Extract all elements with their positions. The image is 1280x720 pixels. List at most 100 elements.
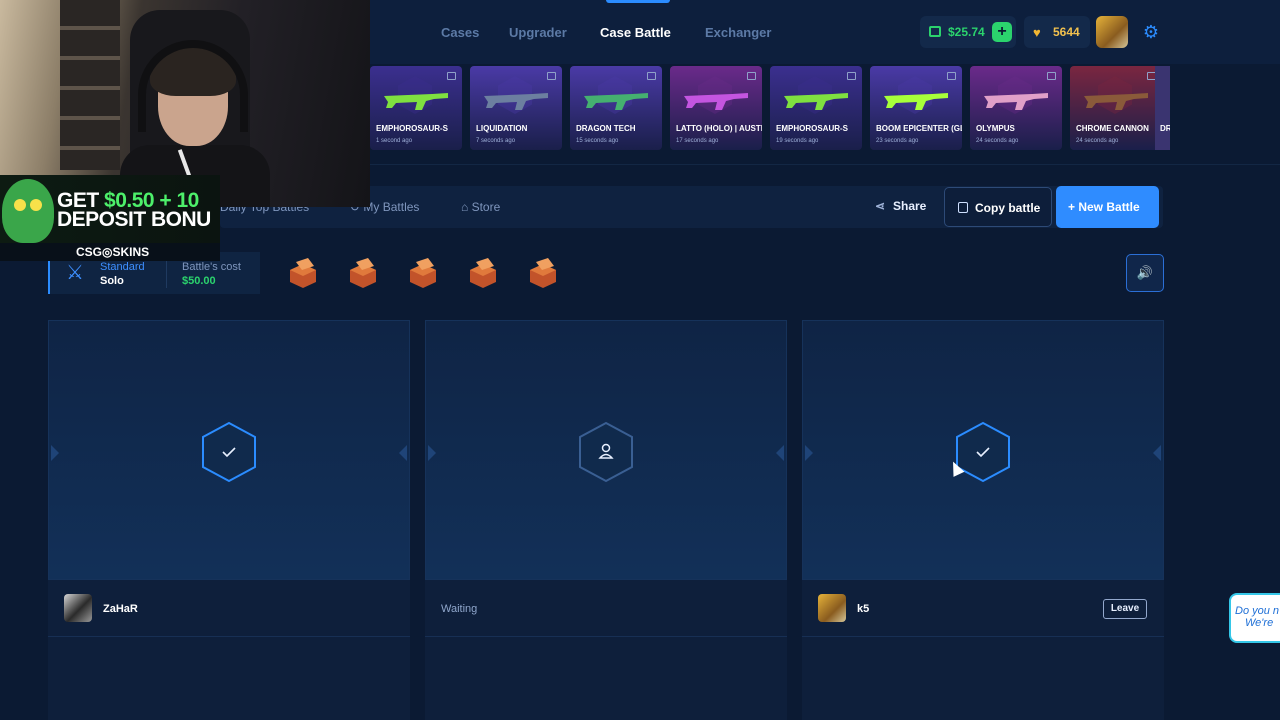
sound-toggle-button[interactable]: 🔊 [1126, 254, 1164, 292]
copy-icon [958, 202, 968, 213]
promo-brand-bar: CSG◎SKINS [0, 243, 220, 261]
drop-name: BOOM EPICENTER (GLITTER) [876, 124, 962, 133]
drop-time: 17 seconds ago [676, 138, 719, 144]
weapon-icon [1084, 93, 1148, 110]
balance-widget[interactable]: $25.74 + [920, 16, 1016, 48]
drop-card[interactable]: CHROME CANNON 24 seconds ago [1070, 66, 1162, 150]
left-marker-icon [805, 445, 813, 461]
chat-bubble[interactable]: Do you n We're [1229, 593, 1280, 643]
case-icon [947, 72, 956, 80]
mascot-icon [2, 179, 54, 243]
drop-card[interactable]: DRAGON TECH 15 seconds ago [570, 66, 662, 150]
case-icon[interactable] [406, 256, 440, 290]
player-slot-2: Waiting [425, 320, 787, 720]
case-icon [847, 72, 856, 80]
player-name[interactable]: k5 [857, 603, 869, 615]
active-tab-indicator [606, 0, 670, 3]
gear-icon[interactable]: ⚙ [1140, 22, 1162, 44]
promo-banner: GET $0.50 + 10 DEPOSIT BONU CSG◎SKINS [0, 175, 220, 261]
info-divider [166, 260, 167, 288]
drop-name: OLYMPUS [976, 124, 1015, 133]
case-icon [547, 72, 556, 80]
weapon-icon [984, 93, 1048, 110]
deposit-button[interactable]: + [992, 22, 1012, 42]
left-marker-icon [51, 445, 59, 461]
right-marker-icon [399, 445, 407, 461]
user-avatar[interactable] [1096, 16, 1128, 48]
drop-card[interactable]: EMPHOROSAUR-S 1 second ago [370, 66, 462, 150]
drop-time: 24 seconds ago [1076, 138, 1119, 144]
drop-time: 19 seconds ago [776, 138, 819, 144]
mascot-eye [14, 199, 26, 211]
drop-time: 15 seconds ago [576, 138, 619, 144]
case-icon [747, 72, 756, 80]
slot-roll-area [48, 320, 410, 580]
chat-line-2: We're [1245, 617, 1274, 629]
live-drops-strip: EMPHOROSAUR-S 1 second ago LIQUIDATION 7 se… [370, 66, 1170, 150]
slot-roll-area [802, 320, 1164, 580]
balance-value: $25.74 [948, 25, 985, 39]
share-label: Share [893, 199, 927, 213]
tab-exchanger[interactable]: Exchanger [705, 25, 771, 40]
right-marker-icon [1153, 445, 1161, 461]
slot-divider [425, 636, 787, 637]
drop-name: EMPHOROSAUR-S [776, 124, 849, 133]
share-icon: ⋖ [875, 199, 886, 213]
case-icon[interactable] [526, 256, 560, 290]
slot-footer [48, 580, 410, 720]
heart-coin-icon: ♥ [1033, 25, 1041, 40]
chat-line-1: Do you n [1235, 605, 1280, 617]
drop-name: CHROME CANNON [1076, 124, 1149, 133]
case-icon[interactable] [346, 256, 380, 290]
copy-battle-button[interactable]: Copy battle [944, 187, 1052, 227]
drop-time: 7 seconds ago [476, 138, 516, 144]
battle-cost-label: Battle's cost [182, 261, 241, 273]
basket-icon: ⌂ [461, 200, 472, 214]
coins-widget[interactable]: ♥ 5644 [1024, 16, 1090, 48]
case-icon [647, 72, 656, 80]
drop-time: 1 second ago [376, 138, 413, 144]
store-label: Store [471, 200, 501, 214]
new-battle-button[interactable]: + New Battle [1056, 186, 1159, 228]
weapon-icon [584, 93, 648, 110]
drop-name: DRAGON TECH [576, 124, 636, 133]
avatar[interactable] [64, 594, 92, 622]
left-marker-icon [428, 445, 436, 461]
drop-card[interactable]: LIQUIDATION 7 seconds ago [470, 66, 562, 150]
drop-name: LATTO (HOLO) | AUSTIN 2025 [676, 124, 762, 133]
mascot-eye [30, 199, 42, 211]
battle-mode-type: Standard [100, 261, 145, 273]
wallet-icon [929, 26, 941, 37]
promo-line-2: DEPOSIT BONU [57, 208, 211, 231]
player-name[interactable]: ZaHaR [103, 603, 138, 615]
drop-card-partial[interactable]: DR [1155, 66, 1170, 150]
tab-upgrader[interactable]: Upgrader [509, 25, 567, 40]
share-button[interactable]: ⋖ Share [875, 199, 926, 213]
right-marker-icon [776, 445, 784, 461]
slot-divider [802, 636, 1164, 637]
drop-card[interactable]: EMPHOROSAUR-S 19 seconds ago [770, 66, 862, 150]
copy-battle-label: Copy battle [975, 201, 1041, 215]
drop-card[interactable]: OLYMPUS 24 seconds ago [970, 66, 1062, 150]
drop-name: EMPHOROSAUR-S [376, 124, 449, 133]
case-icon[interactable] [286, 256, 320, 290]
slot-divider [48, 636, 410, 637]
player-slot-3: k5 Leave [802, 320, 1164, 720]
store-link[interactable]: ⌂ Store [461, 200, 500, 214]
ready-check-icon [201, 421, 257, 483]
join-user-icon[interactable] [578, 421, 634, 483]
tab-case-battle[interactable]: Case Battle [600, 25, 671, 40]
leave-button[interactable]: Leave [1103, 599, 1147, 619]
weapon-icon [884, 93, 948, 110]
case-icon [1047, 72, 1056, 80]
battle-cost-value: $50.00 [182, 275, 216, 287]
webcam-shelf [60, 0, 120, 170]
player-slot-1: ZaHaR [48, 320, 410, 720]
case-icon[interactable] [466, 256, 500, 290]
drop-card[interactable]: LATTO (HOLO) | AUSTIN 2025 17 seconds ago [670, 66, 762, 150]
avatar[interactable] [818, 594, 846, 622]
drop-card[interactable]: BOOM EPICENTER (GLITTER) 23 seconds ago [870, 66, 962, 150]
drop-name: LIQUIDATION [476, 124, 528, 133]
tab-cases[interactable]: Cases [441, 25, 479, 40]
weapon-icon [484, 93, 548, 110]
